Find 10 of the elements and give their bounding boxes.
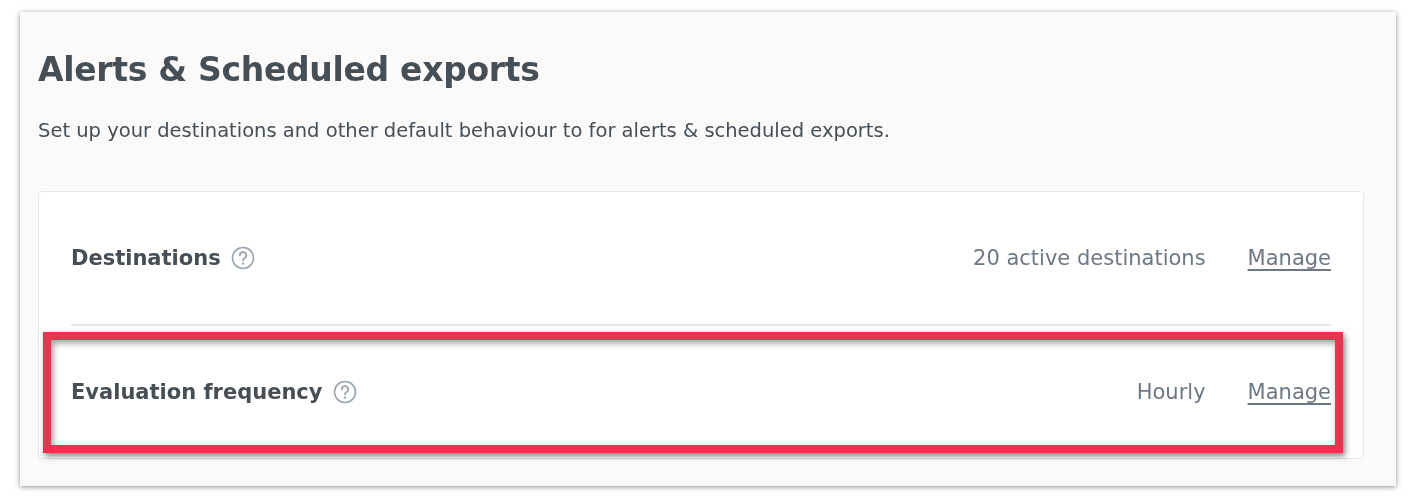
setting-value: 20 active destinations — [973, 246, 1206, 270]
setting-label: Destinations — [71, 246, 221, 270]
page-title: Alerts & Scheduled exports — [38, 50, 541, 90]
page-description: Set up your destinations and other default behaviour to for alerts & scheduled exports. — [38, 118, 891, 144]
setting-value: Hourly — [1136, 380, 1206, 404]
manage-link[interactable]: Manage — [1247, 246, 1331, 270]
manage-link[interactable]: Manage — [1247, 380, 1331, 404]
help-icon[interactable] — [230, 246, 255, 270]
help-icon[interactable] — [332, 380, 357, 404]
setting-label: Evaluation frequency — [71, 380, 323, 404]
